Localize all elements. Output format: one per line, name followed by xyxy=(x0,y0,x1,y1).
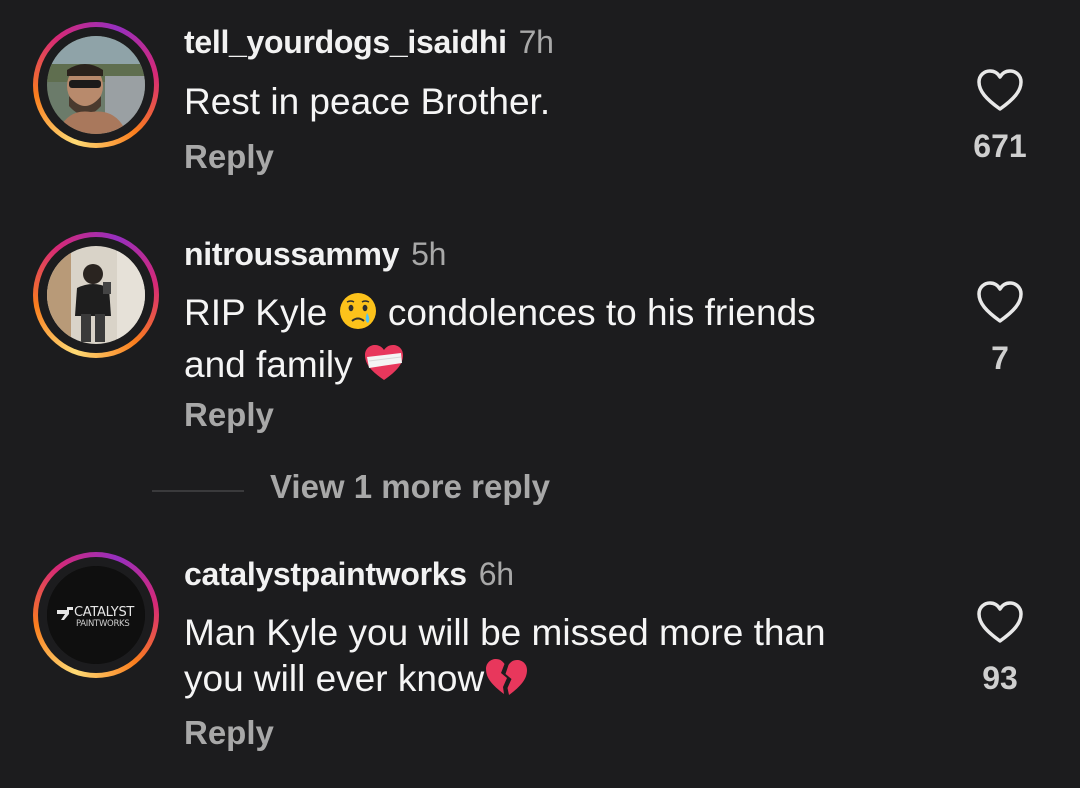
reply-button[interactable]: Reply xyxy=(184,138,274,176)
like-button[interactable]: 93 xyxy=(960,600,1040,697)
comment-time: 7h xyxy=(518,24,554,60)
comment-time: 5h xyxy=(411,236,447,272)
comment-username[interactable]: tell_yourdogs_isaidhi 7h xyxy=(184,24,554,61)
view-more-replies-link[interactable]: View 1 more reply xyxy=(270,468,550,506)
avatar-photo xyxy=(47,246,145,344)
comment-text-segment: RIP Kyle xyxy=(184,292,328,333)
comment-text-segment: you will ever know xyxy=(184,658,485,699)
comment-time: 6h xyxy=(478,556,514,592)
comment-text-segment: Man Kyle you will be missed more than xyxy=(184,612,826,653)
heart-icon[interactable] xyxy=(976,68,1024,112)
divider xyxy=(152,490,244,492)
avatar[interactable]: CATALYST PAINTWORKS xyxy=(33,552,159,678)
heart-icon[interactable] xyxy=(976,280,1024,324)
avatar[interactable] xyxy=(33,232,159,358)
avatar[interactable] xyxy=(33,22,159,148)
comment-username[interactable]: nitroussammy 5h xyxy=(184,236,446,273)
broken-heart-icon xyxy=(484,657,528,708)
crying-face-icon xyxy=(338,291,378,342)
reply-button[interactable]: Reply xyxy=(184,396,274,434)
avatar-photo: CATALYST PAINTWORKS xyxy=(47,566,145,664)
username-link[interactable]: nitroussammy xyxy=(184,236,399,272)
like-count: 7 xyxy=(991,340,1009,376)
comment-text: Rest in peace Brother. xyxy=(184,81,551,122)
username-link[interactable]: tell_yourdogs_isaidhi xyxy=(184,24,507,60)
like-count: 93 xyxy=(982,660,1018,696)
comment-text-segment: and family xyxy=(184,344,353,385)
logo-text-2: PAINTWORKS xyxy=(76,619,129,629)
comment-text: RIP Kyle condolences to his friends and … xyxy=(184,290,904,394)
mending-heart-icon xyxy=(363,343,405,394)
username-link[interactable]: catalystpaintworks xyxy=(184,556,467,592)
logo-text-1: CATALYST xyxy=(74,605,134,620)
avatar-photo xyxy=(47,36,145,134)
like-button[interactable]: 7 xyxy=(960,280,1040,377)
like-button[interactable]: 671 xyxy=(960,68,1040,165)
reply-button[interactable]: Reply xyxy=(184,714,274,752)
catalyst-logo: CATALYST PAINTWORKS xyxy=(47,566,145,664)
heart-icon[interactable] xyxy=(976,600,1024,644)
comment-text-segment: condolences to his friends xyxy=(387,292,816,333)
comment-username[interactable]: catalystpaintworks 6h xyxy=(184,556,514,593)
comment-text: Man Kyle you will be missed more than yo… xyxy=(184,610,904,708)
like-count: 671 xyxy=(973,128,1027,164)
